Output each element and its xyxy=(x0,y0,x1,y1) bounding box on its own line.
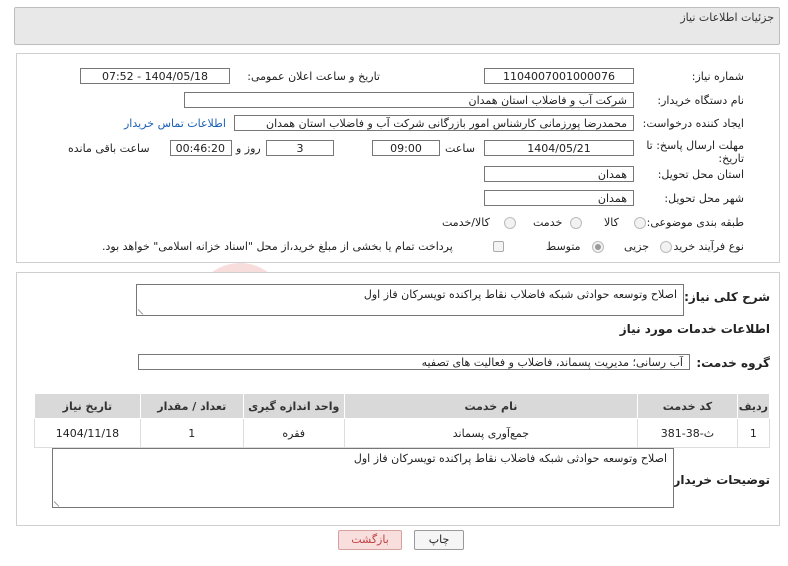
process-option-medium: متوسط xyxy=(546,240,581,253)
requester-label: ایجاد کننده درخواست: xyxy=(642,117,744,130)
resize-handle-icon[interactable] xyxy=(137,304,149,315)
buyer-contact-link[interactable]: اطلاعات تماس خریدار xyxy=(124,117,226,130)
summary-label: شرح کلی نیاز: xyxy=(684,290,770,304)
col-quantity: تعداد / مقدار xyxy=(139,393,244,419)
services-section-title: اطلاعات خدمات مورد نیاز xyxy=(619,322,770,336)
cell-quantity: 1 xyxy=(139,418,244,448)
category-radio-service[interactable] xyxy=(570,217,582,229)
category-radio-goods-service[interactable] xyxy=(504,217,516,229)
need-info-panel xyxy=(16,53,780,263)
service-group-field[interactable]: آب رسانی؛ مدیریت پسماند، فاضلاب و فعالیت… xyxy=(138,354,690,370)
col-row-number: ردیف xyxy=(736,393,771,419)
treasury-payment-note: پرداخت تمام یا بخشی از مبلغ خرید،از محل … xyxy=(102,240,453,253)
remaining-time-label: ساعت باقی مانده xyxy=(68,142,150,155)
announce-datetime-field[interactable]: 1404/05/18 - 07:52 xyxy=(80,68,230,84)
col-unit: واحد اندازه گیری xyxy=(242,393,345,419)
category-option-goods-service: کالا/خدمت xyxy=(442,216,490,229)
process-radio-medium[interactable] xyxy=(592,241,604,253)
cell-row-number: 1 xyxy=(736,418,771,448)
col-need-date: تاریخ نیاز xyxy=(34,393,141,419)
buyer-notes-label: توضیحات خریدار: xyxy=(668,473,770,487)
announce-datetime-label: تاریخ و ساعت اعلان عمومی: xyxy=(247,70,380,83)
buyer-notes-text: اصلاح وتوسعه حوادثی شبکه فاضلاب نقاط پرا… xyxy=(353,452,667,465)
page-title: جزئیات اطلاعات نیاز xyxy=(680,11,774,24)
cell-need-date: 1404/11/18 xyxy=(34,418,141,448)
category-option-goods: کالا xyxy=(604,216,619,229)
delivery-city-label: شهر محل تحویل: xyxy=(664,192,744,205)
back-button[interactable]: بازگشت xyxy=(338,530,402,550)
deadline-time-field[interactable]: 09:00 xyxy=(372,140,440,156)
need-number-field[interactable]: 1104007001000076 xyxy=(484,68,634,84)
requester-field[interactable]: محمدرضا پورزمانی کارشناس امور بازرگانی ش… xyxy=(234,115,634,131)
cell-unit: فقره xyxy=(242,418,345,448)
process-type-label: نوع فرآیند خرید : xyxy=(666,240,744,253)
delivery-province-label: استان محل تحویل: xyxy=(657,168,744,181)
buyer-org-label: نام دستگاه خریدار: xyxy=(657,94,744,107)
table-header-row: ردیف کد خدمت نام خدمت واحد اندازه گیری ت… xyxy=(34,393,771,419)
process-radio-minor[interactable] xyxy=(660,241,672,253)
resize-handle-icon[interactable] xyxy=(53,496,65,507)
category-radio-goods[interactable] xyxy=(634,217,646,229)
service-group-label: گروه خدمت: xyxy=(696,356,770,370)
page-header xyxy=(14,7,780,45)
category-label: طبقه بندی موضوعی: xyxy=(646,216,744,229)
buyer-org-field[interactable]: شرکت آب و فاضلاب استان همدان xyxy=(184,92,634,108)
category-option-service: خدمت xyxy=(533,216,563,229)
col-service-code: کد خدمت xyxy=(637,393,738,419)
cell-service-name: جمع‌آوری پسماند xyxy=(343,418,639,448)
delivery-province-field[interactable]: همدان xyxy=(484,166,634,182)
col-service-name: نام خدمت xyxy=(343,393,639,419)
remaining-time-field[interactable]: 00:46:20 xyxy=(170,140,232,156)
need-number-label: شماره نیاز: xyxy=(691,70,744,83)
print-button[interactable]: چاپ xyxy=(414,530,464,550)
buyer-notes-textarea[interactable]: اصلاح وتوسعه حوادثی شبکه فاضلاب نقاط پرا… xyxy=(52,448,674,508)
cell-service-code: ث-38-381 xyxy=(637,418,738,448)
table-row[interactable]: 1 ث-38-381 جمع‌آوری پسماند فقره 1 1404/1… xyxy=(34,418,771,448)
summary-text: اصلاح وتوسعه حوادثی شبکه فاضلاب نقاط پرا… xyxy=(363,288,677,301)
days-label: روز و xyxy=(236,142,261,155)
deadline-date-field[interactable]: 1404/05/21 xyxy=(484,140,634,156)
delivery-city-field[interactable]: همدان xyxy=(484,190,634,206)
summary-textarea[interactable]: اصلاح وتوسعه حوادثی شبکه فاضلاب نقاط پرا… xyxy=(136,284,684,316)
deadline-label-date: تاریخ: xyxy=(718,152,744,165)
services-table: ردیف کد خدمت نام خدمت واحد اندازه گیری ت… xyxy=(34,393,771,448)
process-option-minor: جزیی xyxy=(624,240,650,253)
days-remaining-field[interactable]: 3 xyxy=(266,140,334,156)
treasury-payment-checkbox[interactable] xyxy=(493,241,504,252)
deadline-time-label: ساعت xyxy=(445,142,475,155)
deadline-label: مهلت ارسال پاسخ: تا xyxy=(646,139,744,152)
